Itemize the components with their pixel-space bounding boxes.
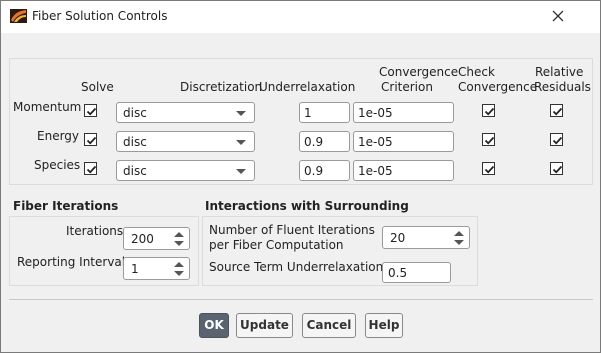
relative-residuals-checkbox-species[interactable]	[550, 162, 563, 175]
solve-checkbox-momentum[interactable]	[84, 104, 97, 117]
fluent-iterations-spinner[interactable]: 20	[382, 226, 470, 249]
check-convergence-checkbox-species[interactable]	[482, 162, 495, 175]
underrelaxation-header: Underrelaxation	[259, 80, 356, 94]
criterion-input-species[interactable]: 1e-05	[353, 160, 454, 181]
chevron-down-icon	[236, 111, 246, 116]
fiber-iterations-title: Fiber Iterations	[13, 199, 119, 213]
iterations-value: 200	[131, 232, 154, 246]
reporting-interval-label: Reporting Interval	[17, 255, 126, 269]
spin-up-icon[interactable]	[454, 231, 464, 236]
underrelaxation-input-momentum[interactable]: 1	[299, 102, 350, 123]
reporting-interval-value: 1	[131, 262, 139, 276]
discretization-value: disc	[123, 164, 147, 178]
check-convergence-header-line1: Check	[458, 65, 495, 79]
check-convergence-checkbox-momentum[interactable]	[482, 104, 495, 117]
title-bar: Fiber Solution Controls	[1, 1, 600, 33]
reporting-interval-spinner[interactable]: 1	[123, 257, 190, 280]
iterations-label: Iterations	[66, 224, 124, 238]
discretization-value: disc	[123, 135, 147, 149]
fluent-iterations-label-line1: Number of Fluent Iterations	[209, 223, 375, 237]
underrelaxation-value: 0.9	[304, 164, 324, 178]
source-term-input[interactable]: 0.5	[382, 262, 451, 283]
criterion-input-momentum[interactable]: 1e-05	[353, 102, 454, 123]
spin-down-icon[interactable]	[174, 271, 184, 276]
source-term-value: 0.5	[388, 266, 408, 280]
spin-up-icon[interactable]	[174, 232, 184, 237]
underrelaxation-input-species[interactable]: 0.9	[299, 160, 350, 181]
solve-header: Solve	[81, 80, 114, 94]
fiber-solution-controls-dialog: Fiber Solution Controls Solve Discretiza…	[0, 0, 601, 353]
chevron-down-icon	[236, 140, 246, 145]
button-separator	[9, 299, 593, 300]
criterion-value: 1e-05	[358, 164, 393, 178]
solve-checkbox-species[interactable]	[84, 162, 97, 175]
criterion-value: 1e-05	[358, 135, 393, 149]
ok-button[interactable]: OK	[199, 313, 229, 338]
window-title: Fiber Solution Controls	[32, 9, 168, 23]
spin-up-icon[interactable]	[174, 262, 184, 267]
convergence-criterion-header-line2: Criterion	[381, 80, 433, 94]
interactions-title: Interactions with Surrounding	[205, 199, 409, 213]
underrelaxation-input-energy[interactable]: 0.9	[299, 131, 350, 152]
convergence-criterion-header-line1: Convergence	[379, 65, 459, 79]
criterion-value: 1e-05	[358, 106, 393, 120]
chevron-down-icon	[236, 169, 246, 174]
row-label-species: Species	[34, 158, 81, 172]
relative-residuals-checkbox-momentum[interactable]	[550, 104, 563, 117]
relative-residuals-checkbox-energy[interactable]	[550, 133, 563, 146]
relative-residuals-header-line1: Relative	[535, 65, 584, 79]
underrelaxation-value: 0.9	[304, 135, 324, 149]
update-button[interactable]: Update	[236, 313, 293, 338]
row-label-energy: Energy	[37, 129, 80, 143]
check-convergence-header-line2: Convergence	[458, 80, 538, 94]
discretization-header: Discretization	[180, 80, 263, 94]
fluent-app-icon	[10, 9, 27, 23]
fluent-iterations-value: 20	[390, 231, 406, 245]
check-convergence-checkbox-energy[interactable]	[482, 133, 495, 146]
criterion-input-energy[interactable]: 1e-05	[353, 131, 454, 152]
fluent-iterations-label-line2: per Fiber Computation	[209, 238, 344, 252]
discretization-select-species[interactable]: disc	[116, 160, 255, 181]
discretization-select-energy[interactable]: disc	[116, 131, 255, 152]
cancel-button[interactable]: Cancel	[302, 313, 356, 338]
discretization-select-momentum[interactable]: disc	[116, 102, 255, 123]
solve-checkbox-energy[interactable]	[84, 133, 97, 146]
close-icon[interactable]	[547, 5, 569, 27]
spin-down-icon[interactable]	[454, 240, 464, 245]
help-button[interactable]: Help	[365, 313, 403, 338]
underrelaxation-value: 1	[304, 106, 312, 120]
relative-residuals-header-line2: Residuals	[534, 80, 591, 94]
discretization-value: disc	[123, 106, 147, 120]
row-label-momentum: Momentum	[13, 100, 82, 114]
spin-down-icon[interactable]	[174, 241, 184, 246]
source-term-label: Source Term Underrelaxation	[209, 260, 384, 274]
iterations-spinner[interactable]: 200	[123, 227, 190, 250]
